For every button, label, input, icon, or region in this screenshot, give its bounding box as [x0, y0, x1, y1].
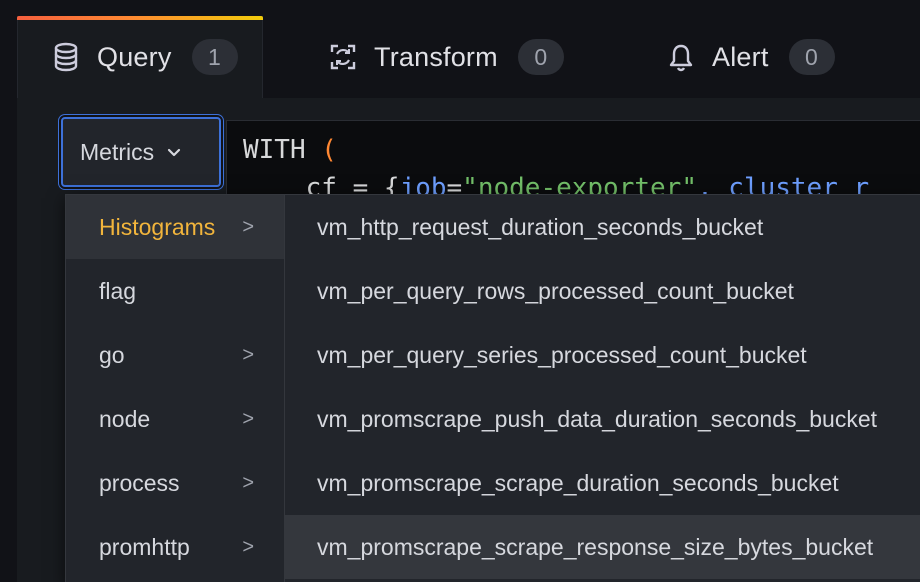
metric-label: vm_per_query_rows_processed_count_bucket	[317, 277, 794, 304]
metric-name-column: vm_http_request_duration_seconds_bucket …	[284, 195, 920, 582]
chevron-down-icon	[166, 146, 182, 158]
category-label: node	[99, 405, 151, 432]
metric-label: vm_promscrape_push_data_duration_seconds…	[317, 405, 878, 432]
transform-icon	[328, 42, 358, 72]
metric-label: vm_http_request_duration_seconds_bucket	[317, 213, 764, 240]
category-label: go	[99, 341, 125, 368]
chevron-right-icon: >	[242, 535, 254, 558]
chevron-right-icon: >	[242, 407, 254, 430]
tab-alert-count-badge: 0	[788, 39, 835, 75]
bell-icon	[666, 42, 696, 72]
metric-item[interactable]: vm_per_query_series_processed_count_buck…	[285, 323, 920, 387]
tab-transform-label: Transform	[374, 41, 498, 72]
tab-alert[interactable]: Alert 0	[666, 16, 835, 98]
metric-label: vm_promscrape_scrape_response_size_bytes…	[317, 533, 874, 560]
category-item-node[interactable]: node >	[66, 387, 284, 451]
chevron-right-icon: >	[242, 215, 254, 238]
chevron-right-icon: >	[242, 343, 254, 366]
editor-keyword: WITH	[243, 135, 306, 165]
metrics-cascader-menu: Histograms > flag go > node > process > …	[65, 194, 920, 582]
editor-open-paren: (	[321, 135, 337, 165]
database-icon	[51, 42, 81, 72]
metric-item[interactable]: vm_promscrape_scrape_duration_seconds_bu…	[285, 451, 920, 515]
category-item-histograms[interactable]: Histograms >	[66, 195, 284, 259]
metric-label: vm_per_query_series_processed_count_buck…	[317, 341, 807, 368]
metrics-browser-label: Metrics	[80, 138, 155, 165]
metric-item-hovered[interactable]: vm_promscrape_scrape_response_size_bytes…	[285, 515, 920, 579]
query-editor-panel: Query 1 Transform 0 Alert 0 Metrics WITH…	[0, 0, 920, 582]
category-item-promhttp[interactable]: promhttp >	[66, 515, 284, 579]
tab-alert-label: Alert	[712, 41, 769, 72]
category-label: promhttp	[99, 533, 190, 560]
metric-item[interactable]: vm_http_request_duration_seconds_bucket	[285, 195, 920, 259]
editor-tab-bar: Query 1 Transform 0 Alert 0	[0, 0, 920, 98]
category-label: flag	[99, 277, 137, 304]
metrics-browser-button[interactable]: Metrics	[61, 117, 221, 187]
metric-item[interactable]: vm_per_query_rows_processed_count_bucket	[285, 259, 920, 323]
category-item-process[interactable]: process >	[66, 451, 284, 515]
tab-transform-count-badge: 0	[517, 39, 564, 75]
tab-query-label: Query	[97, 41, 172, 72]
editor-line-1: WITH (	[243, 135, 337, 165]
category-label: process	[99, 469, 180, 496]
category-item-go[interactable]: go >	[66, 323, 284, 387]
tab-query-count-badge: 1	[191, 39, 238, 75]
tab-query[interactable]: Query 1	[17, 16, 263, 98]
query-code-editor[interactable]: WITH ( cf = {job="node-exporter", cluste…	[226, 120, 920, 202]
metric-label: vm_promscrape_scrape_duration_seconds_bu…	[317, 469, 839, 496]
tab-transform[interactable]: Transform 0	[328, 16, 564, 98]
category-label: Histograms	[99, 213, 216, 240]
metric-category-column: Histograms > flag go > node > process > …	[66, 195, 284, 582]
chevron-right-icon: >	[242, 471, 254, 494]
metric-item[interactable]: vm_promscrape_push_data_duration_seconds…	[285, 387, 920, 451]
category-item-flag[interactable]: flag	[66, 259, 284, 323]
